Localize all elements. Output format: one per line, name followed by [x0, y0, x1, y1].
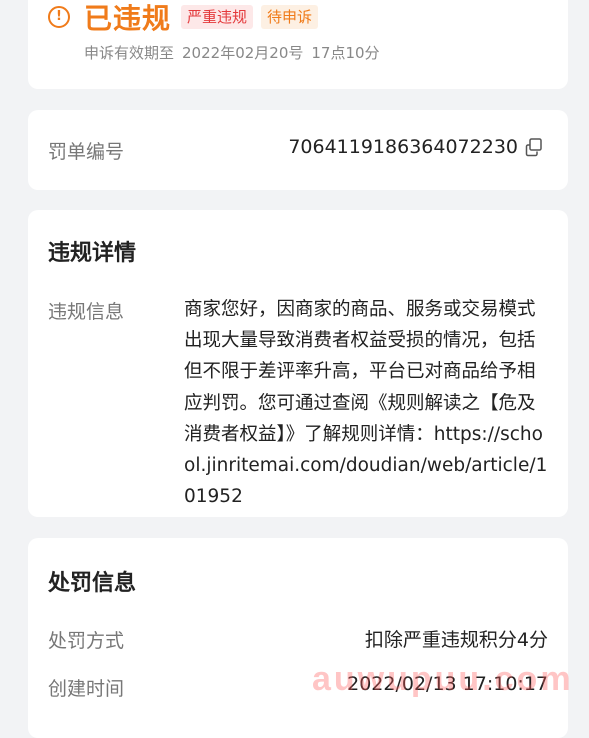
deadline-time: 17点10分: [311, 44, 380, 62]
penalty-number-row: 7064119186364072230: [288, 136, 544, 158]
created-time-label: 创建时间: [48, 678, 125, 700]
punishment-info-card: 处罚信息 处罚方式 扣除严重违规积分4分 创建时间 2022/02/13 17:…: [28, 538, 568, 738]
penalty-number-card: 罚单编号 7064119186364072230: [28, 110, 568, 190]
copy-icon[interactable]: [524, 137, 544, 157]
violation-detail-card: 违规详情 违规信息 商家您好，因商家的商品、服务或交易模式出现大量导致消费者权益…: [28, 210, 568, 517]
violation-status-card: ! 已违规 严重违规 待申诉 申诉有效期至 2022年02月20号 17点10分: [28, 0, 568, 89]
status-title: 已违规: [84, 2, 172, 35]
violation-info-label: 违规信息: [48, 301, 125, 323]
punishment-method-label: 处罚方式: [48, 630, 125, 652]
penalty-number-value: 7064119186364072230: [288, 136, 518, 158]
status-row: ! 已违规 严重违规 待申诉: [48, 0, 319, 35]
violation-detail-title: 违规详情: [48, 241, 137, 266]
violation-info-text: 商家您好，因商家的商品、服务或交易模式出现大量导致消费者权益受损的情况，包括但不…: [184, 299, 548, 508]
punishment-method-value: 扣除严重违规积分4分: [364, 629, 548, 651]
appeal-deadline: 申诉有效期至 2022年02月20号 17点10分: [84, 42, 380, 63]
penalty-number-label: 罚单编号: [48, 141, 125, 163]
deadline-date: 2022年02月20号: [182, 44, 304, 62]
pending-appeal-badge: 待申诉: [261, 5, 319, 29]
punishment-info-title: 处罚信息: [48, 571, 137, 596]
deadline-label: 申诉有效期至: [84, 44, 175, 62]
severe-violation-badge: 严重违规: [181, 5, 254, 29]
warning-circle-icon: !: [48, 6, 70, 28]
created-time-value: 2022/02/13 17:10:17: [347, 673, 548, 695]
